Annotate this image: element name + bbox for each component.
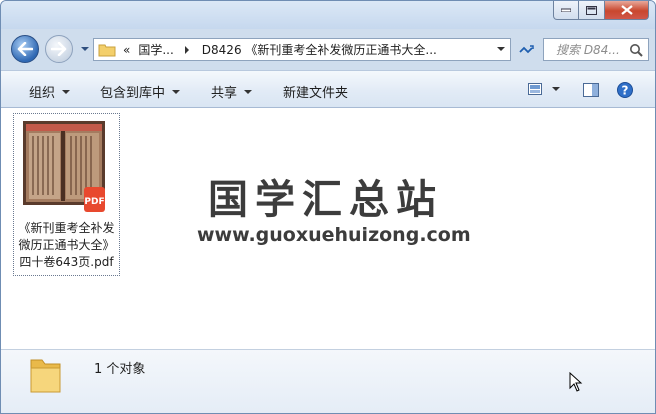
watermark-title: 国学汇总站	[208, 177, 443, 223]
minimize-icon	[561, 8, 571, 12]
address-dropdown-icon[interactable]	[497, 46, 505, 52]
chevron-down-icon	[172, 89, 181, 94]
file-name-line-1: 《新刊重考全补发	[18, 221, 115, 235]
maximize-icon	[586, 5, 597, 15]
file-name-line-3: 四十卷643页.pdf	[19, 255, 114, 269]
search-icon[interactable]	[629, 43, 643, 57]
file-item[interactable]: PDF 《新刊重考全补发 微历正通书大全》 四十卷643页.pdf	[13, 113, 120, 276]
caption-buttons	[553, 1, 649, 20]
navigation-row: « 国学... D8426 《新刊重考全补发微历正通书大全... 搜索 D84.…	[1, 31, 655, 67]
address-overflow[interactable]: «	[123, 43, 130, 57]
mouse-cursor-icon	[569, 372, 583, 392]
chevron-down-icon	[552, 87, 560, 91]
details-pane: 1 个对象	[1, 349, 655, 413]
preview-pane-icon	[583, 83, 599, 97]
refresh-icon	[519, 44, 534, 53]
title-bar[interactable]	[1, 1, 655, 29]
minimize-button[interactable]	[553, 1, 579, 20]
share-menu[interactable]: 共享	[211, 82, 253, 101]
refresh-button[interactable]	[514, 38, 538, 61]
share-label: 共享	[211, 86, 238, 101]
preview-pane-button[interactable]	[583, 83, 599, 97]
arrow-left-icon	[17, 42, 33, 56]
folder-icon	[98, 44, 116, 56]
chevron-down-icon	[244, 89, 253, 94]
include-in-library-label: 包含到库中	[100, 86, 166, 101]
arrow-right-icon	[51, 42, 67, 56]
close-icon	[620, 5, 633, 15]
recent-pages-chevron-icon[interactable]	[80, 44, 90, 54]
maximize-button[interactable]	[579, 1, 605, 20]
help-button[interactable]: ?	[617, 82, 633, 98]
search-box[interactable]: 搜索 D84...	[543, 38, 649, 61]
file-name-line-2: 微历正通书大全》	[18, 238, 115, 252]
organize-menu[interactable]: 组织	[29, 82, 71, 101]
close-button[interactable]	[605, 1, 649, 20]
command-bar: 组织 包含到库中 共享 新建文件夹 ?	[1, 70, 655, 108]
new-folder-label: 新建文件夹	[283, 86, 349, 101]
file-name[interactable]: 《新刊重考全补发 微历正通书大全》 四十卷643页.pdf	[14, 220, 119, 271]
breadcrumb-separator-icon[interactable]	[184, 45, 190, 54]
breadcrumb-item-1[interactable]: 国学...	[138, 41, 173, 58]
folder-icon	[30, 359, 61, 393]
forward-button[interactable]	[45, 35, 73, 63]
explorer-window: « 国学... D8426 《新刊重考全补发微历正通书大全... 搜索 D84.…	[0, 0, 656, 414]
organize-label: 组织	[29, 86, 56, 101]
help-icon: ?	[617, 82, 633, 98]
search-placeholder: 搜索 D84...	[556, 43, 620, 57]
item-count: 1 个对象	[94, 362, 146, 377]
svg-text:?: ?	[622, 84, 629, 98]
include-in-library-menu[interactable]: 包含到库中	[100, 82, 181, 101]
new-folder-button[interactable]: 新建文件夹	[283, 82, 348, 101]
pdf-badge-label: PDF	[84, 197, 104, 207]
breadcrumb-item-2[interactable]: D8426 《新刊重考全补发微历正通书大全...	[202, 41, 437, 58]
address-bar[interactable]: « 国学... D8426 《新刊重考全补发微历正通书大全...	[93, 38, 511, 61]
view-icon	[528, 83, 542, 95]
view-options-button[interactable]	[528, 83, 560, 95]
chevron-down-icon	[62, 89, 71, 94]
watermark-url: www.guoxuehuizong.com	[197, 224, 471, 246]
pdf-thumbnail-icon: PDF	[23, 121, 105, 212]
back-button[interactable]	[11, 35, 39, 63]
